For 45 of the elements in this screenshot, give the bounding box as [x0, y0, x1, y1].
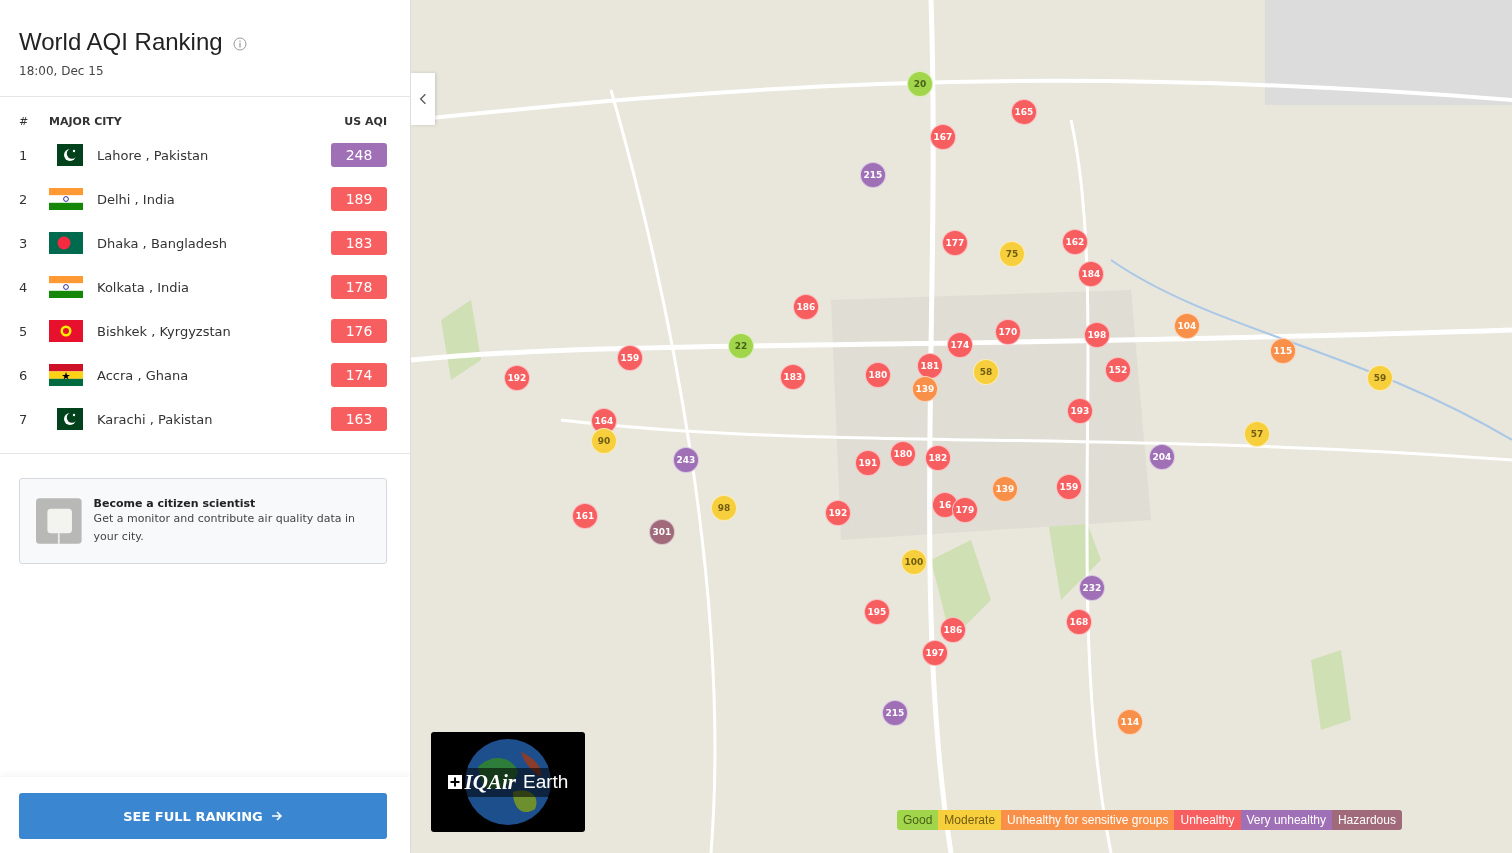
- city-link[interactable]: Accra , Ghana: [97, 367, 331, 383]
- rank-number: 5: [19, 323, 29, 339]
- product-name: Earth: [522, 771, 569, 793]
- rank-number: 6: [19, 367, 29, 383]
- arrow-right-icon: [270, 810, 283, 822]
- aqi-badge: 189: [331, 187, 387, 211]
- aqi-badge: 178: [331, 275, 387, 299]
- promo-text: Get a monitor and contribute air quality data in your city.: [93, 510, 357, 545]
- aqi-badge: 183: [331, 231, 387, 255]
- legend-item: Very unhealthy: [1240, 810, 1332, 830]
- rank-number: 2: [19, 191, 29, 207]
- city-link[interactable]: Bishkek , Kyrgyzstan: [97, 323, 331, 339]
- earth-logo[interactable]: IQAir Earth: [431, 732, 585, 832]
- monitor-icon: [36, 495, 82, 547]
- aqi-badge: 176: [331, 319, 387, 343]
- brand-name: IQAir: [464, 769, 516, 795]
- chevron-left-icon: [419, 93, 427, 105]
- info-icon[interactable]: [232, 37, 247, 51]
- cross-icon: [447, 775, 462, 789]
- rank-number: 1: [19, 147, 29, 163]
- aqi-badge: 163: [331, 407, 387, 431]
- city-link[interactable]: Delhi , India: [97, 191, 331, 207]
- column-header: MAJOR CITY: [49, 114, 123, 128]
- aqi-badge: 174: [331, 363, 387, 387]
- update-time: 18:00, Dec 15: [19, 64, 105, 78]
- rank-number: 3: [19, 235, 29, 251]
- city-link[interactable]: Dhaka , Bangladesh: [97, 235, 331, 251]
- see-full-ranking-button[interactable]: SEE FULL RANKING: [19, 793, 387, 839]
- city-link[interactable]: Kolkata , India: [97, 279, 331, 295]
- legend-item: Hazardous: [1331, 810, 1402, 830]
- city-link[interactable]: Karachi , Pakistan: [97, 411, 331, 427]
- promo-title: Become a citizen scientist: [93, 496, 257, 510]
- legend-item: Moderate: [938, 810, 1002, 830]
- rank-number: 4: [19, 279, 29, 295]
- panel-title: World AQI Ranking: [19, 28, 223, 56]
- aqi-badge: 248: [331, 143, 387, 167]
- legend-item: Unhealthy for sensitive groups: [1001, 810, 1175, 830]
- column-header: US AQI: [343, 114, 387, 128]
- legend-item: Good: [897, 810, 939, 830]
- collapse-tab[interactable]: [411, 73, 435, 125]
- city-link[interactable]: Lahore , Pakistan: [97, 147, 331, 163]
- column-header: #: [19, 114, 30, 128]
- promo-card[interactable]: Become a citizen scientist Get a monitor and contribute air quality data in your city.: [19, 478, 387, 564]
- legend-item: Unhealthy: [1174, 810, 1241, 830]
- rank-number: 7: [19, 411, 29, 427]
